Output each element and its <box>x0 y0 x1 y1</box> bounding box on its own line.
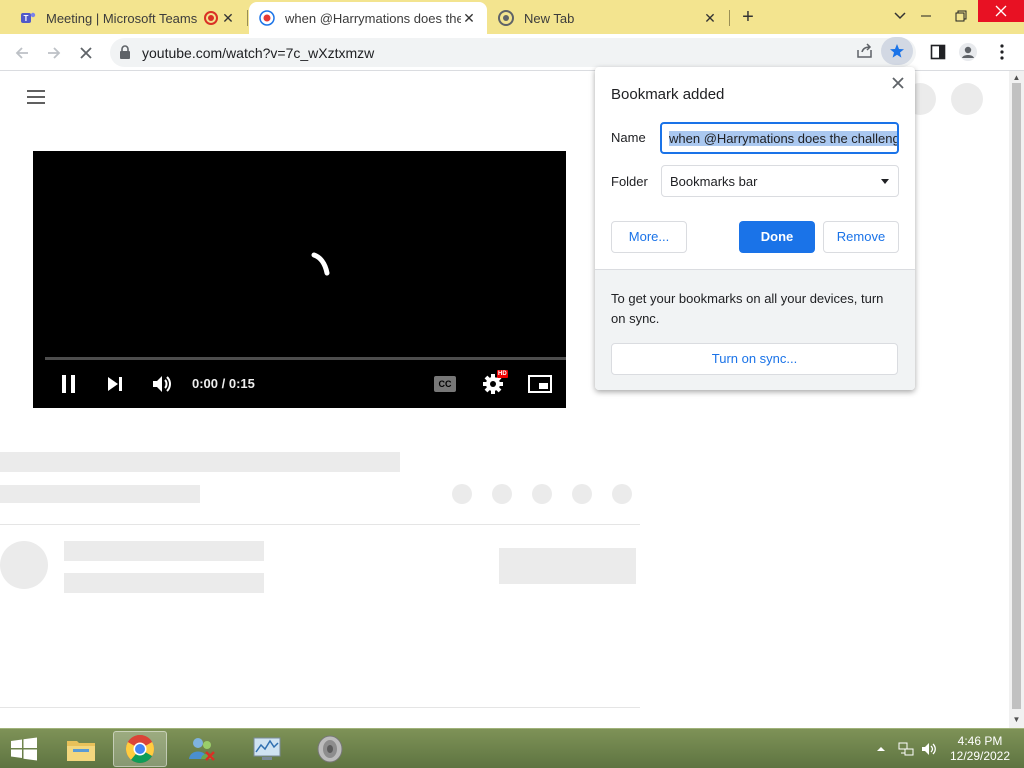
scrollbar-thumb[interactable] <box>1012 83 1021 709</box>
minimize-icon[interactable] <box>912 4 940 28</box>
chrome-icon[interactable] <box>113 731 167 767</box>
action-placeholder <box>532 484 552 504</box>
speaker-icon[interactable] <box>303 731 357 767</box>
bookmark-name-input[interactable]: when @Harrymations does the challenge <box>660 122 899 154</box>
people-icon[interactable] <box>175 731 229 767</box>
address-bar[interactable]: youtube.com/watch?v=7c_wXztxmzw <box>110 38 916 67</box>
tab-separator <box>247 10 248 26</box>
action-placeholder <box>572 484 592 504</box>
turn-on-sync-button[interactable]: Turn on sync... <box>611 343 898 375</box>
tab-search-chevron-down-icon[interactable] <box>886 4 914 28</box>
new-tab-plus-icon[interactable]: + <box>738 7 758 27</box>
volume-icon[interactable] <box>150 372 174 396</box>
system-clock[interactable]: 4:46 PM 12/29/2022 <box>944 734 1016 764</box>
youtube-icon <box>259 10 275 26</box>
avatar-placeholder <box>951 83 983 115</box>
lock-icon[interactable] <box>119 45 131 64</box>
action-placeholder <box>452 484 472 504</box>
windows-taskbar: 4:46 PM 12/29/2022 <box>0 728 1024 768</box>
folder-label: Folder <box>611 174 648 189</box>
captions-icon[interactable]: CC <box>432 372 458 396</box>
browser-toolbar: youtube.com/watch?v=7c_wXztxmzw <box>0 34 1024 71</box>
channel-name-placeholder <box>64 541 264 561</box>
action-placeholder <box>492 484 512 504</box>
stop-loading-icon[interactable] <box>74 41 98 65</box>
task-manager-icon[interactable] <box>240 731 294 767</box>
captions-label: CC <box>434 376 456 392</box>
recording-icon <box>204 11 218 25</box>
url-text[interactable]: youtube.com/watch?v=7c_wXztxmzw <box>142 45 374 61</box>
restore-icon[interactable] <box>947 4 975 28</box>
tab-new-tab[interactable]: New Tab ✕ <box>488 2 728 34</box>
dropdown-caret-icon <box>881 179 889 184</box>
settings-gear-icon[interactable]: HD <box>481 370 508 396</box>
subscribe-button-placeholder <box>499 548 636 584</box>
hamburger-menu-icon[interactable] <box>27 90 45 104</box>
bookmark-star-icon[interactable] <box>881 37 913 65</box>
scroll-down-arrow-icon[interactable]: ▼ <box>1012 715 1021 724</box>
hd-badge: HD <box>497 370 508 378</box>
tab-teams[interactable]: T Meeting | Microsoft Teams ✕ <box>10 2 246 34</box>
side-panel-icon[interactable] <box>928 42 948 62</box>
file-explorer-icon[interactable] <box>54 731 108 767</box>
tab-title: when @Harrymations does the c <box>285 10 461 26</box>
tab-strip: T Meeting | Microsoft Teams ✕ when @Harr… <box>0 0 1024 34</box>
dialog-title: Bookmark added <box>611 86 725 103</box>
video-player[interactable] <box>33 151 566 408</box>
scroll-up-arrow-icon[interactable]: ▲ <box>1012 73 1021 82</box>
svg-text:T: T <box>24 14 29 23</box>
close-tab-icon[interactable]: ✕ <box>461 10 477 26</box>
divider <box>0 524 640 525</box>
remove-button[interactable]: Remove <box>823 221 899 253</box>
title-placeholder <box>0 452 400 472</box>
tab-title: New Tab <box>524 10 575 26</box>
name-label: Name <box>611 130 646 145</box>
bookmark-name-value[interactable]: when @Harrymations does the challenge <box>669 131 897 146</box>
sync-promo: To get your bookmarks on all your device… <box>595 269 915 390</box>
channel-avatar-placeholder <box>0 541 48 589</box>
profile-avatar-icon[interactable] <box>958 42 978 62</box>
close-tab-icon[interactable]: ✕ <box>702 10 718 26</box>
sync-description: To get your bookmarks on all your device… <box>611 291 884 326</box>
back-arrow-icon[interactable] <box>10 41 34 65</box>
action-placeholder <box>612 484 632 504</box>
clock-time: 4:46 PM <box>957 734 1003 748</box>
teams-icon: T <box>20 10 36 26</box>
forward-arrow-icon[interactable] <box>42 41 66 65</box>
volume-tray-icon[interactable] <box>921 741 937 762</box>
pause-icon[interactable] <box>57 372 81 396</box>
folder-value: Bookmarks bar <box>670 174 758 189</box>
share-icon[interactable] <box>856 43 874 64</box>
tab-title: Meeting | Microsoft Teams <box>46 10 198 26</box>
close-tab-icon[interactable]: ✕ <box>220 10 236 26</box>
tab-youtube[interactable]: when @Harrymations does the c ✕ <box>249 2 487 34</box>
bookmark-added-dialog: Bookmark added Name when @Harrymations d… <box>595 67 915 390</box>
subscribers-placeholder <box>64 573 264 593</box>
folder-dropdown[interactable]: Bookmarks bar <box>661 165 899 197</box>
loading-spinner-icon <box>310 251 334 282</box>
page-scrollbar[interactable]: ▲ ▼ <box>1009 71 1024 728</box>
windows-start-icon[interactable] <box>10 737 38 766</box>
views-placeholder <box>0 485 200 503</box>
clock-date: 12/29/2022 <box>949 749 1011 763</box>
close-icon[interactable] <box>890 75 906 91</box>
video-progress-bar[interactable] <box>45 357 566 360</box>
chrome-icon <box>498 10 514 26</box>
network-icon[interactable] <box>898 741 914 762</box>
miniplayer-icon[interactable] <box>528 372 552 396</box>
window-close-icon[interactable] <box>978 0 1024 22</box>
kebab-menu-icon[interactable] <box>992 42 1012 62</box>
next-video-icon[interactable] <box>103 372 127 396</box>
done-button[interactable]: Done <box>739 221 815 253</box>
show-hidden-icons-chevron-icon[interactable] <box>876 741 886 759</box>
divider <box>0 707 640 708</box>
tab-separator <box>729 10 730 26</box>
video-timecode: 0:00 / 0:15 <box>192 376 255 391</box>
more-button[interactable]: More... <box>611 221 687 253</box>
